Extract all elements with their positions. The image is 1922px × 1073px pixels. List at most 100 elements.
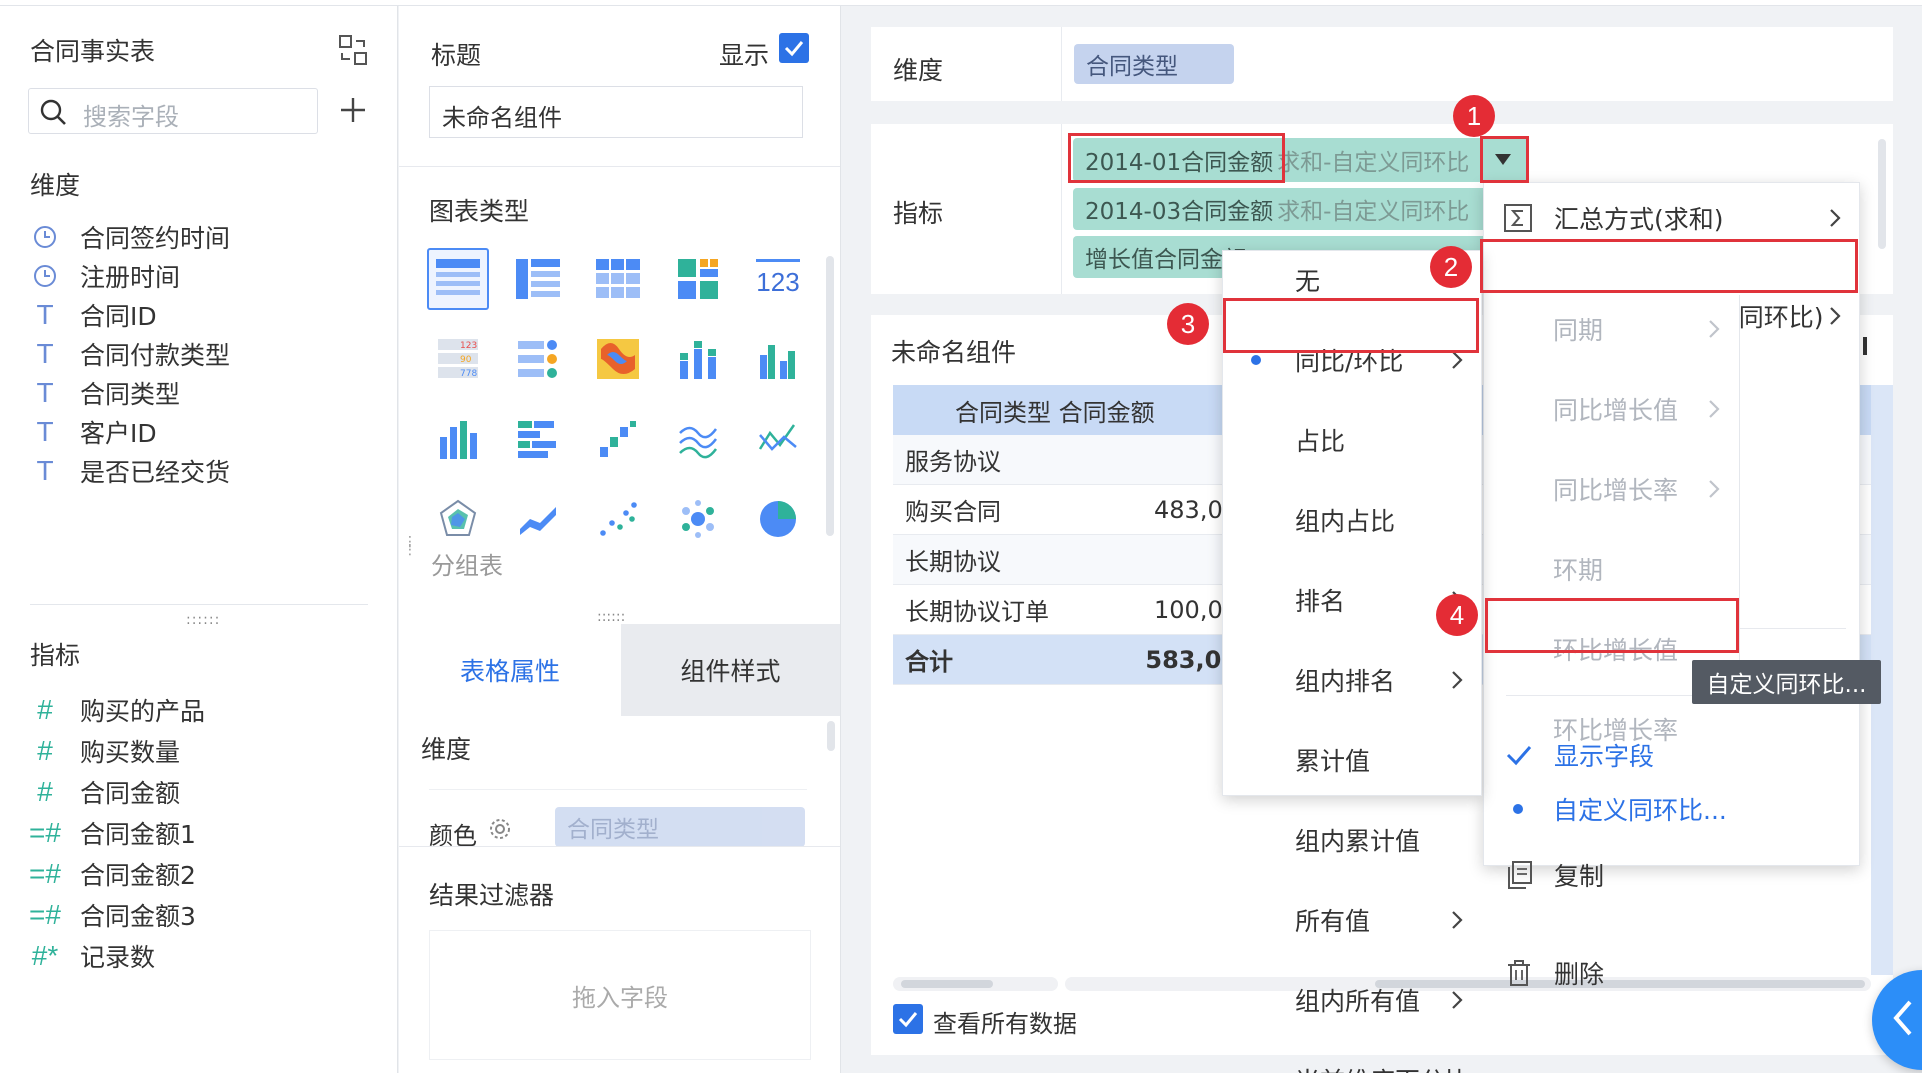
- yoy-option[interactable]: 自定义同环比...: [1485, 789, 1740, 829]
- chart-type-text-list[interactable]: 123 90 778: [427, 328, 489, 390]
- dimension-pill[interactable]: 合同类型: [1074, 44, 1234, 84]
- yoy-option[interactable]: 同期: [1485, 309, 1740, 349]
- measure-field-item[interactable]: # 购买的产品: [22, 689, 382, 730]
- quick-calc-option[interactable]: 所有值: [1223, 900, 1483, 940]
- dimension-field-item[interactable]: T 合同ID: [22, 295, 382, 334]
- chart-type-scatter[interactable]: [587, 488, 649, 550]
- chart-type-table[interactable]: [427, 248, 489, 310]
- dimension-field-item[interactable]: T 合同类型: [22, 373, 382, 412]
- title-input[interactable]: 未命名组件: [429, 86, 803, 138]
- chart-type-bubble[interactable]: [667, 488, 729, 550]
- field-label: 注册时间: [80, 262, 181, 292]
- chart-type-cross-table[interactable]: [587, 248, 649, 310]
- measure-pill-2[interactable]: 2014-03合同金额 求和-自定义同环比: [1073, 188, 1529, 230]
- clock-icon: [22, 225, 68, 249]
- number-type-icon: #: [37, 734, 53, 766]
- panel-divider: [30, 604, 368, 605]
- switch-dataset-icon[interactable]: [338, 34, 368, 66]
- dimension-field-item[interactable]: T 合同付款类型: [22, 334, 382, 373]
- number-type-icon: #: [37, 693, 53, 725]
- prop-scrollbar[interactable]: [827, 721, 835, 751]
- text-type-icon: T: [36, 298, 54, 330]
- chart-type-status-list[interactable]: [507, 328, 569, 390]
- menu-item-label: 环比增长率: [1553, 716, 1679, 745]
- widget-edge-marker: [1863, 337, 1867, 355]
- chart-type-group-table[interactable]: [507, 248, 569, 310]
- field-label: 合同签约时间: [80, 223, 231, 253]
- chart-type-grouped-column[interactable]: [747, 328, 809, 390]
- shelf-measure-label: 指标: [893, 199, 944, 228]
- quick-calc-option[interactable]: 组内排名: [1223, 660, 1483, 700]
- chart-type-line[interactable]: [747, 408, 809, 470]
- field-panel: 合同事实表 搜索字段 维度 合同签约时间 注册时间 T 合同ID T 合同付款类型 T 合同类…: [0, 6, 398, 1073]
- measure-field-item[interactable]: =# 合同金额2: [22, 853, 382, 894]
- field-label: 合同金额2: [80, 860, 196, 890]
- dimension-field-item[interactable]: T 客户ID: [22, 412, 382, 451]
- measure-field-item[interactable]: =# 合同金额3: [22, 894, 382, 935]
- quick-calc-option[interactable]: 组内占比: [1223, 500, 1483, 540]
- quick-calc-option[interactable]: 组内所有值: [1223, 980, 1483, 1020]
- yoy-option[interactable]: 环期: [1485, 549, 1740, 589]
- chart-type-bar[interactable]: [507, 408, 569, 470]
- resize-handle[interactable]: ::::::: [186, 612, 220, 628]
- show-title-checkbox[interactable]: [779, 33, 809, 63]
- shelf-divider: [1061, 124, 1062, 294]
- quick-calc-option[interactable]: 当前维度百分比: [1223, 1060, 1483, 1073]
- svg-text:778: 778: [460, 369, 477, 379]
- chart-type-area[interactable]: [667, 408, 729, 470]
- measure-shelf-scrollbar[interactable]: [1878, 139, 1886, 249]
- resize-handle[interactable]: ::::::: [597, 609, 625, 625]
- menu-item-delete[interactable]: 删除: [1484, 948, 1861, 997]
- chart-type-waterfall[interactable]: [587, 408, 649, 470]
- properties-panel: 标题 显示 未命名组件 图表类型 123 123 90 778 分组表 ⋮ ⋮ …: [399, 6, 841, 1073]
- measure-field-item[interactable]: # 购买数量: [22, 730, 382, 771]
- chart-type-stacked-column[interactable]: [667, 328, 729, 390]
- svg-text:90: 90: [460, 355, 472, 365]
- drag-handle-left[interactable]: ⋮ ⋮: [403, 535, 417, 557]
- chevron-right-icon: [1452, 991, 1463, 1009]
- chart-grid-scrollbar[interactable]: [826, 256, 834, 536]
- menu-item-aggregation[interactable]: 汇总方式(求和): [1484, 193, 1861, 242]
- menu-item-label: 累计值: [1295, 747, 1371, 776]
- dimension-field-item[interactable]: 合同签约时间: [22, 217, 382, 256]
- gear-icon[interactable]: [489, 818, 511, 840]
- chart-type-tooltip: 分组表: [431, 552, 503, 580]
- dimension-field-item[interactable]: T 是否已经交货: [22, 451, 382, 490]
- field-search-input[interactable]: 搜索字段: [28, 88, 318, 134]
- yoy-option[interactable]: 环比增长率: [1485, 709, 1740, 749]
- chart-type-number[interactable]: 123: [747, 248, 809, 310]
- highlight-box-field: [1068, 133, 1285, 183]
- measure-field-item[interactable]: =# 合同金额1: [22, 812, 382, 853]
- result-filter-dropzone[interactable]: 拖入字段: [429, 930, 811, 1060]
- yoy-option[interactable]: 同比增长值: [1485, 389, 1740, 429]
- field-label: 是否已经交货: [80, 457, 231, 487]
- measure-section-label: 指标: [30, 641, 81, 670]
- chart-type-radar[interactable]: [427, 488, 489, 550]
- menu-item-copy[interactable]: 复制: [1484, 850, 1861, 899]
- quick-calc-option[interactable]: 占比: [1223, 420, 1483, 460]
- measure-field-item[interactable]: # 合同金额: [22, 771, 382, 812]
- tab-component-style[interactable]: 组件样式: [621, 624, 840, 716]
- chart-type-column[interactable]: [427, 408, 489, 470]
- color-field-pill[interactable]: 合同类型: [555, 807, 805, 847]
- measure-pill-name: 2014-03合同金额: [1085, 199, 1274, 225]
- measure-pill-suffix: 求和-自定义同环比: [1277, 199, 1470, 225]
- search-placeholder: 搜索字段: [83, 103, 179, 131]
- measure-field-item[interactable]: #* 记录数: [22, 935, 382, 976]
- chart-type-heatmap[interactable]: [587, 328, 649, 390]
- view-all-data-checkbox[interactable]: [893, 1004, 923, 1034]
- yoy-option[interactable]: 同比增长率: [1485, 469, 1740, 509]
- dimension-field-item[interactable]: 注册时间: [22, 256, 382, 295]
- chart-type-pie[interactable]: [747, 488, 809, 550]
- field-label: 合同金额1: [80, 819, 196, 849]
- add-field-icon[interactable]: [339, 96, 367, 124]
- quick-calc-option[interactable]: 累计值: [1223, 740, 1483, 780]
- h-scroll-track-1[interactable]: [893, 977, 1058, 991]
- tab-table-properties[interactable]: 表格属性: [399, 624, 621, 716]
- quick-calc-option[interactable]: 组内累计值: [1223, 820, 1483, 860]
- chart-type-range-area[interactable]: [507, 488, 569, 550]
- property-tabs: 表格属性 组件样式: [399, 624, 840, 716]
- field-label: 记录数: [80, 942, 156, 972]
- chart-type-kpi[interactable]: [667, 248, 729, 310]
- chart-type-grid: 123 123 90 778: [427, 248, 807, 558]
